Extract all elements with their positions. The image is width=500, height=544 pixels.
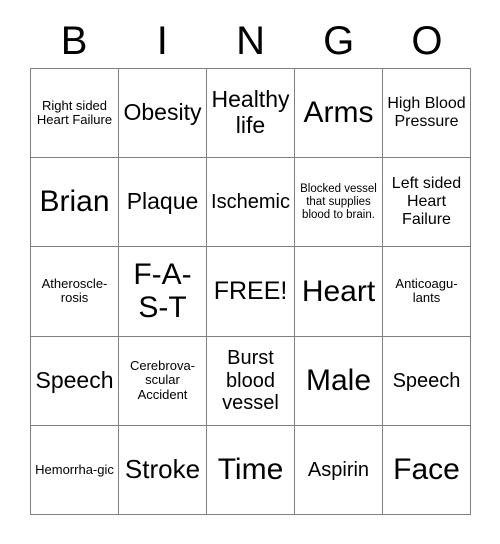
bingo-cell[interactable]: Healthy life (207, 69, 295, 159)
bingo-header: BINGO (30, 14, 471, 68)
bingo-cell[interactable]: F-A-S-T (119, 247, 207, 337)
bingo-cell-label: Right sided Heart Failure (36, 97, 113, 128)
bingo-cell[interactable]: Right sided Heart Failure (31, 69, 119, 159)
bingo-cell[interactable]: Face (383, 425, 471, 515)
bingo-cell-label: Brian (39, 185, 110, 219)
bingo-cell-label: Obesity (123, 99, 202, 126)
bingo-cell-label: F-A-S-T (133, 257, 192, 325)
bingo-cell-label: Anticoagu-lants (395, 275, 458, 306)
bingo-cell-label: High Blood Pressure (387, 95, 466, 131)
bingo-cell[interactable]: Ischemic (207, 158, 295, 248)
bingo-cell[interactable]: Speech (383, 336, 471, 426)
bingo-cell[interactable]: Speech (31, 336, 119, 426)
bingo-header-letter-o: O (411, 19, 443, 63)
bingo-cell-label: Arms (303, 96, 374, 130)
bingo-cell[interactable]: Plaque (119, 158, 207, 248)
bingo-cell[interactable]: Stroke (119, 425, 207, 515)
bingo-cell[interactable]: Atheroscle-rosis (31, 247, 119, 337)
bingo-cell[interactable]: Time (207, 425, 295, 515)
bingo-cell-label: Hemorrha-gic (35, 461, 114, 477)
bingo-card: B I N G O Right sided Heart Failure Obesity He… (0, 0, 500, 544)
bingo-cell-label: Speech (392, 369, 461, 392)
bingo-cell[interactable]: Left sided Heart Failure (383, 158, 471, 248)
bingo-cell[interactable]: Male (295, 336, 383, 426)
bingo-header-letter-i: I (156, 19, 168, 63)
bingo-cell-label: Male (305, 363, 372, 397)
bingo-cell[interactable]: Cerebrova-scular Accident (119, 336, 207, 426)
bingo-cell-label: Aspirin (307, 458, 370, 481)
bingo-cell-label: Plaque (126, 188, 199, 215)
bingo-cell[interactable]: Brian (31, 158, 119, 248)
bingo-cell-label: Ischemic (211, 191, 290, 214)
bingo-cell[interactable]: Blocked vessel that supplies blood to br… (295, 158, 383, 248)
bingo-cell-label: Blocked vessel that supplies blood to br… (300, 182, 377, 221)
bingo-cell[interactable]: Heart (295, 247, 383, 337)
bingo-cell-label: Atheroscle-rosis (41, 275, 108, 306)
bingo-cell-label: Heart (301, 274, 376, 308)
bingo-grid: Right sided Heart Failure Obesity Healthy … (30, 68, 471, 515)
bingo-cell-label: Speech (35, 366, 114, 393)
bingo-cell[interactable]: Arms (295, 69, 383, 159)
bingo-cell-label: Time (217, 453, 284, 487)
bingo-cell[interactable]: Obesity (119, 69, 207, 159)
bingo-cell-label: FREE! (213, 277, 288, 306)
bingo-header-letter-g: G (323, 19, 355, 63)
bingo-cell-label: Stroke (124, 454, 201, 485)
bingo-cell-label: Healthy life (211, 86, 290, 139)
bingo-header-letter-b: B (60, 19, 88, 63)
bingo-header-letter-n: N (236, 19, 265, 63)
bingo-cell-label: Face (393, 453, 460, 487)
bingo-cell[interactable]: Burst blood vessel (207, 336, 295, 426)
bingo-cell-label: Burst blood vessel (222, 347, 279, 414)
bingo-cell[interactable]: Anticoagu-lants (383, 247, 471, 337)
bingo-cell[interactable]: High Blood Pressure (383, 69, 471, 159)
bingo-cell[interactable]: Aspirin (295, 425, 383, 515)
bingo-free-cell[interactable]: FREE! (207, 247, 295, 337)
bingo-cell[interactable]: Hemorrha-gic (31, 425, 119, 515)
bingo-cell-label: Left sided Heart Failure (391, 175, 462, 229)
bingo-cell-label: Cerebrova-scular Accident (129, 357, 196, 402)
